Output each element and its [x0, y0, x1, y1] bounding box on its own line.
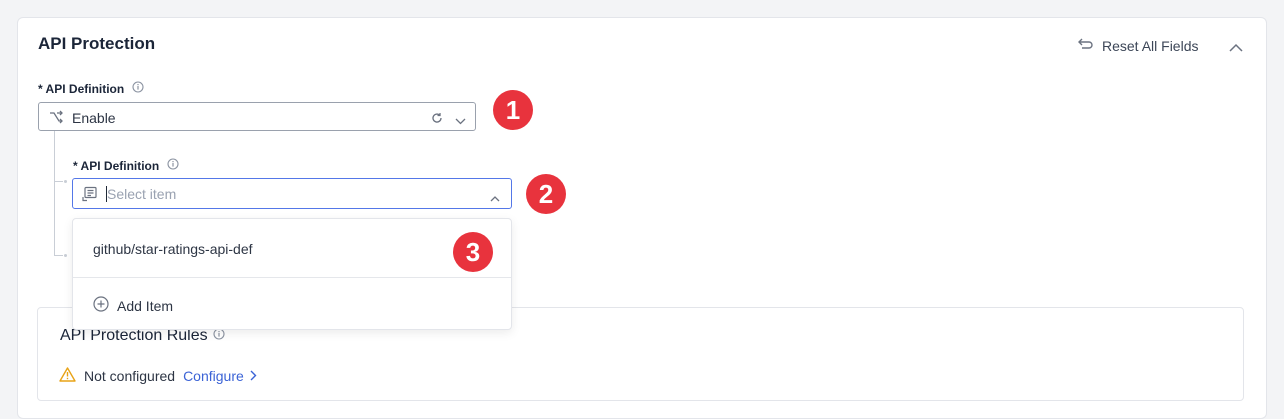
api-definition-item-select[interactable]: [72, 178, 512, 209]
api-definition-label: * API Definition: [38, 81, 144, 96]
annotation-badge-1: 1: [493, 90, 533, 130]
list-icon: [82, 186, 98, 207]
add-item-button[interactable]: Add Item: [93, 296, 173, 315]
info-icon: [132, 81, 144, 96]
dropdown-option[interactable]: github/star-ratings-api-def: [93, 241, 253, 257]
branch-icon: [49, 110, 64, 129]
tree-node-dot: [64, 180, 67, 183]
section-title: API Protection: [38, 34, 156, 53]
chevron-up-icon[interactable]: [1229, 39, 1243, 57]
chevron-down-icon[interactable]: [455, 112, 466, 130]
chevron-right-icon: [250, 368, 257, 384]
warning-icon: [59, 367, 76, 385]
field-label-text: * API Definition: [73, 158, 160, 173]
selected-value: Enable: [72, 110, 116, 126]
dropdown-divider: [73, 277, 511, 278]
tree-connector: [54, 181, 63, 182]
configure-label: Configure: [183, 368, 244, 384]
api-definition-select[interactable]: Enable: [38, 102, 476, 131]
status-text: Not configured: [84, 368, 176, 384]
info-icon: [167, 158, 179, 173]
tree-connector: [54, 255, 63, 256]
reset-label: Reset All Fields: [1102, 38, 1199, 54]
tree-node-dot: [64, 254, 67, 257]
configure-link[interactable]: Configure: [183, 368, 257, 384]
add-item-label: Add Item: [117, 297, 174, 314]
refresh-icon[interactable]: [431, 111, 443, 129]
annotation-badge-3: 3: [453, 232, 493, 272]
rules-status: Not configured Configure: [59, 367, 257, 385]
chevron-up-icon[interactable]: [490, 189, 500, 207]
select-item-input[interactable]: [107, 184, 467, 204]
nested-api-definition-label: * API Definition: [73, 158, 179, 173]
field-label-text: * API Definition: [38, 81, 125, 96]
annotation-badge-2: 2: [526, 174, 566, 214]
dropdown-menu: github/star-ratings-api-def Add Item: [72, 218, 512, 330]
tree-connector: [54, 131, 55, 256]
plus-circle-icon: [93, 296, 109, 315]
reset-all-fields-button[interactable]: Reset All Fields: [1077, 37, 1198, 55]
reset-icon: [1077, 37, 1094, 55]
